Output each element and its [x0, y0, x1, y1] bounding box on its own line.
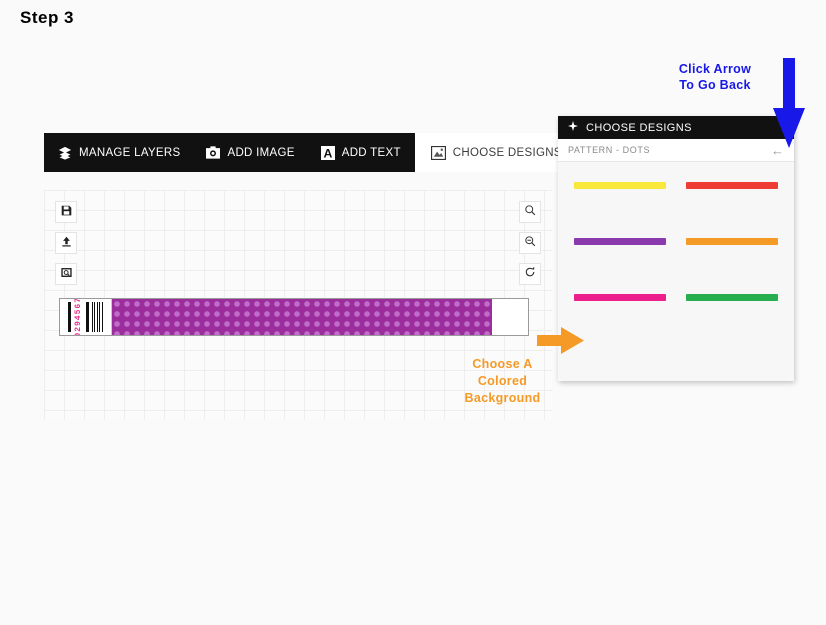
toolbar-item-label: CHOOSE DESIGNS [452, 146, 562, 159]
toolbar-item-add-image[interactable]: ADD IMAGE [206, 146, 294, 159]
reset-button[interactable] [519, 263, 541, 285]
preview-button[interactable] [55, 263, 77, 285]
layers-icon [58, 146, 72, 160]
swatch-color [574, 293, 666, 301]
annotation-line: Click Arrow [678, 62, 752, 76]
toolbar-light-section: CHOOSE DESIGNS [414, 133, 578, 172]
swatch-yellow[interactable] [574, 180, 666, 190]
zoom-in-button[interactable] [519, 201, 541, 223]
page-title: Step 3 [20, 8, 75, 27]
swatch-red[interactable] [686, 180, 778, 190]
preview-search-icon [60, 265, 72, 283]
toolbar-item-label: ADD IMAGE [227, 146, 295, 159]
choose-designs-panel: CHOOSE DESIGNS PATTERN - DOTS ← [558, 116, 794, 381]
swatch-color [686, 237, 778, 245]
barcode-lines [92, 302, 103, 332]
save-button[interactable] [55, 201, 77, 223]
swatch-orange[interactable] [686, 236, 778, 246]
image-icon [430, 145, 446, 160]
swatch-color [574, 181, 666, 189]
wristband-serial: 0294567 [74, 298, 83, 336]
swatch-purple[interactable] [574, 236, 666, 246]
annotation-line: To Go Back [679, 77, 751, 92]
panel-title: CHOOSE DESIGNS [586, 121, 692, 134]
swatch-color [574, 237, 666, 245]
panel-breadcrumb-bar: PATTERN - DOTS ← [558, 139, 794, 162]
upload-arrow-icon [61, 234, 72, 252]
svg-text:A: A [323, 146, 332, 160]
zoom-out-button[interactable] [519, 232, 541, 254]
move-cross-icon [568, 121, 578, 134]
swatch-color [686, 293, 778, 301]
panel-header[interactable]: CHOOSE DESIGNS [558, 116, 794, 139]
barcode-bar [68, 302, 71, 332]
wristband-blank-area[interactable] [492, 299, 528, 335]
toolbar-item-manage-layers[interactable]: MANAGE LAYERS [58, 146, 180, 160]
color-swatch-grid [558, 162, 794, 302]
canvas-left-toolbar [55, 201, 77, 285]
text-a-icon: A [320, 145, 335, 160]
toolbar-item-choose-designs[interactable]: CHOOSE DESIGNS [430, 145, 562, 160]
barcode-bar [86, 302, 89, 332]
annotation-line: Background [464, 390, 541, 405]
toolbar-item-label: MANAGE LAYERS [79, 146, 181, 159]
toolbar-item-add-text[interactable]: A ADD TEXT [320, 145, 401, 160]
floppy-disk-icon [61, 203, 72, 221]
toolbar-item-label: ADD TEXT [341, 146, 401, 159]
toolbar-dark-section: MANAGE LAYERS ADD IMAGE A ADD TEXT [44, 133, 415, 172]
swatch-color [686, 181, 778, 189]
canvas-right-toolbar [519, 201, 541, 285]
refresh-icon [524, 265, 536, 283]
wristband-preview[interactable]: 0294567 [59, 298, 529, 336]
blue-down-arrow-icon [772, 58, 806, 155]
wristband-pattern-area[interactable] [112, 299, 492, 335]
swatch-pink[interactable] [574, 292, 666, 302]
swatch-green[interactable] [686, 292, 778, 302]
orange-right-arrow-icon [537, 325, 585, 360]
magnifier-minus-icon [524, 234, 536, 252]
annotation-click-arrow: Click Arrow To Go Back [655, 62, 775, 93]
breadcrumb: PATTERN - DOTS [568, 145, 651, 155]
camera-icon [206, 146, 221, 159]
annotation-choose-background: Choose A Colored Background [440, 356, 565, 407]
upload-button[interactable] [55, 232, 77, 254]
annotation-line: Colored [477, 373, 528, 388]
editor-toolbar: MANAGE LAYERS ADD IMAGE A ADD TEXT CHOOS… [44, 133, 578, 172]
wristband-barcode-tab: 0294567 [60, 299, 112, 335]
magnifier-plus-icon [524, 203, 536, 221]
